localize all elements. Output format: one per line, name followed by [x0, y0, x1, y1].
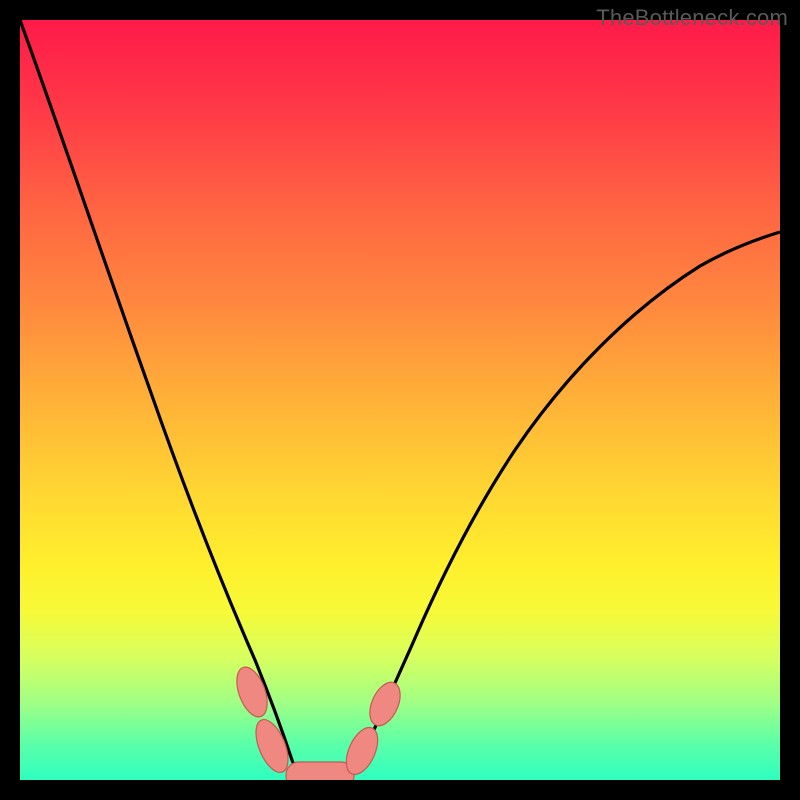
lobe-bottom	[286, 762, 354, 780]
bottleneck-curve-svg	[20, 20, 780, 780]
bottleneck-curve	[20, 20, 780, 776]
lobe-right-upper	[364, 678, 406, 731]
chart-area	[20, 20, 780, 780]
lobes-group	[231, 663, 406, 780]
curve-group	[20, 20, 780, 776]
watermark-text: TheBottleneck.com	[596, 5, 788, 31]
